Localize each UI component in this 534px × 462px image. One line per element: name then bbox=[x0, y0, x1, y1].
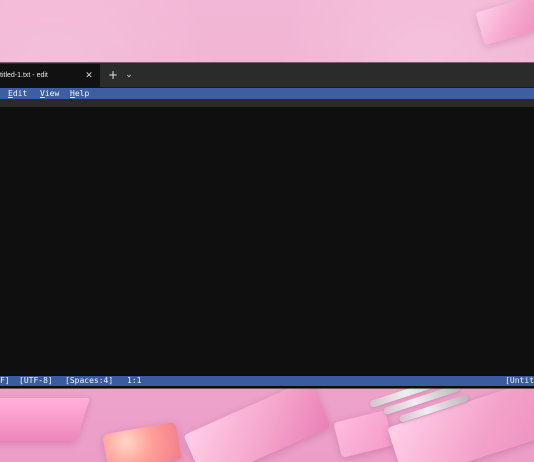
menu-edit-label: Edit bbox=[8, 89, 28, 98]
pink-paper-decoration bbox=[475, 0, 534, 46]
status-cursor-position: 1:1 bbox=[127, 376, 142, 385]
pink-block-decoration bbox=[0, 398, 90, 441]
plus-icon[interactable]: + bbox=[107, 63, 119, 88]
status-file-name: [Untit bbox=[505, 376, 534, 385]
menu-help-label: Help bbox=[70, 89, 90, 98]
menu-help[interactable]: Help bbox=[70, 88, 89, 99]
editor-window: titled-1.txt - edit ✕ + ⌄ Edit View Help… bbox=[0, 63, 534, 388]
text-editor-area[interactable] bbox=[0, 107, 534, 375]
chevron-down-icon[interactable]: ⌄ bbox=[123, 63, 135, 88]
menu-view[interactable]: View bbox=[40, 88, 59, 99]
status-bar: F] [UTF-8] [Spaces:4] 1:1 [Untit bbox=[0, 376, 534, 386]
menu-edit[interactable]: Edit bbox=[8, 88, 27, 99]
tab-untitled-file[interactable]: titled-1.txt - edit ✕ bbox=[0, 64, 100, 88]
pink-box-decoration bbox=[333, 410, 394, 458]
tab-title: titled-1.txt - edit bbox=[0, 72, 48, 79]
close-icon[interactable]: ✕ bbox=[84, 64, 94, 88]
menu-view-label: View bbox=[40, 89, 60, 98]
status-encoding: [UTF-8] bbox=[19, 376, 53, 385]
menu-bar: Edit View Help bbox=[0, 88, 534, 99]
pink-sponge-decoration bbox=[102, 421, 182, 462]
envelope-decoration bbox=[183, 379, 331, 462]
menu-divider bbox=[0, 99, 534, 107]
status-line-ending: F] bbox=[0, 376, 10, 385]
status-indentation: [Spaces:4] bbox=[65, 376, 114, 385]
window-titlebar: titled-1.txt - edit ✕ + ⌄ bbox=[0, 63, 534, 88]
